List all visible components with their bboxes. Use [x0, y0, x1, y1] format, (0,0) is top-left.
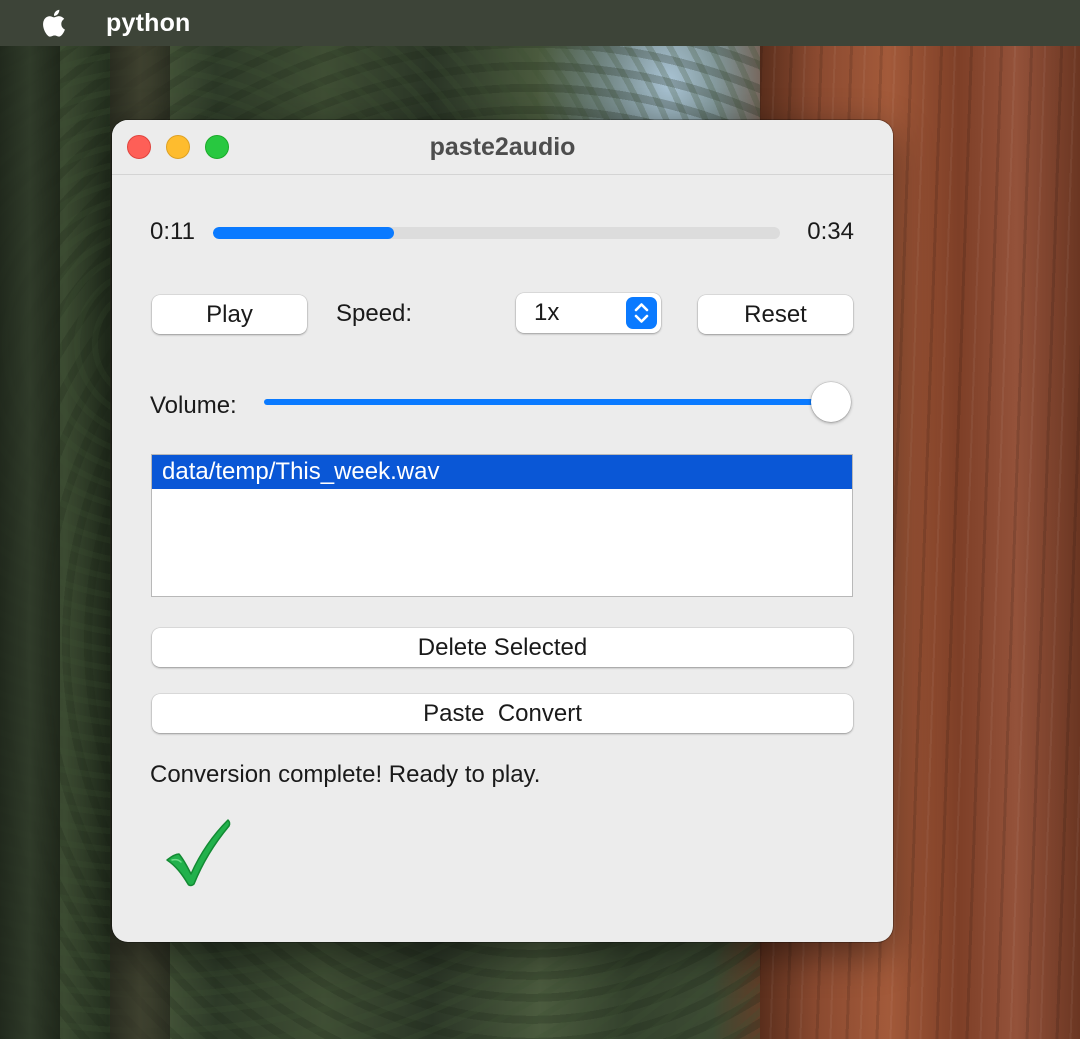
file-list[interactable]: data/temp/This_week.wav [151, 454, 853, 597]
file-list-item[interactable]: data/temp/This_week.wav [152, 455, 852, 489]
delete-selected-button[interactable]: Delete Selected [152, 628, 853, 667]
volume-label: Volume: [150, 392, 237, 419]
elapsed-time: 0:11 [150, 218, 195, 245]
total-time: 0:34 [807, 218, 854, 245]
play-button[interactable]: Play [152, 295, 307, 334]
menu-app-name[interactable]: python [106, 9, 191, 38]
app-window: paste2audio 0:11 0:34 Play Speed: 1x Res… [112, 120, 893, 942]
paste-convert-button[interactable]: Paste Convert [152, 694, 853, 733]
speed-label: Speed: [336, 300, 413, 327]
progress-bar[interactable] [213, 227, 780, 239]
volume-slider-knob[interactable] [811, 382, 851, 422]
progress-bar-fill [213, 227, 395, 239]
apple-logo-icon[interactable] [39, 7, 67, 39]
green-checkmark-icon [164, 816, 234, 888]
speed-select-value: 1x [534, 299, 560, 326]
title-bar[interactable]: paste2audio [112, 120, 893, 175]
reset-button[interactable]: Reset [698, 295, 853, 334]
status-message: Conversion complete! Ready to play. [150, 761, 541, 788]
window-title: paste2audio [429, 133, 576, 161]
chevron-up-down-icon [626, 297, 657, 329]
wallpaper-tree-trunk [0, 46, 60, 1039]
volume-slider-track[interactable] [264, 399, 834, 405]
speed-select[interactable]: 1x [516, 293, 661, 333]
menu-bar: python [0, 0, 1080, 46]
